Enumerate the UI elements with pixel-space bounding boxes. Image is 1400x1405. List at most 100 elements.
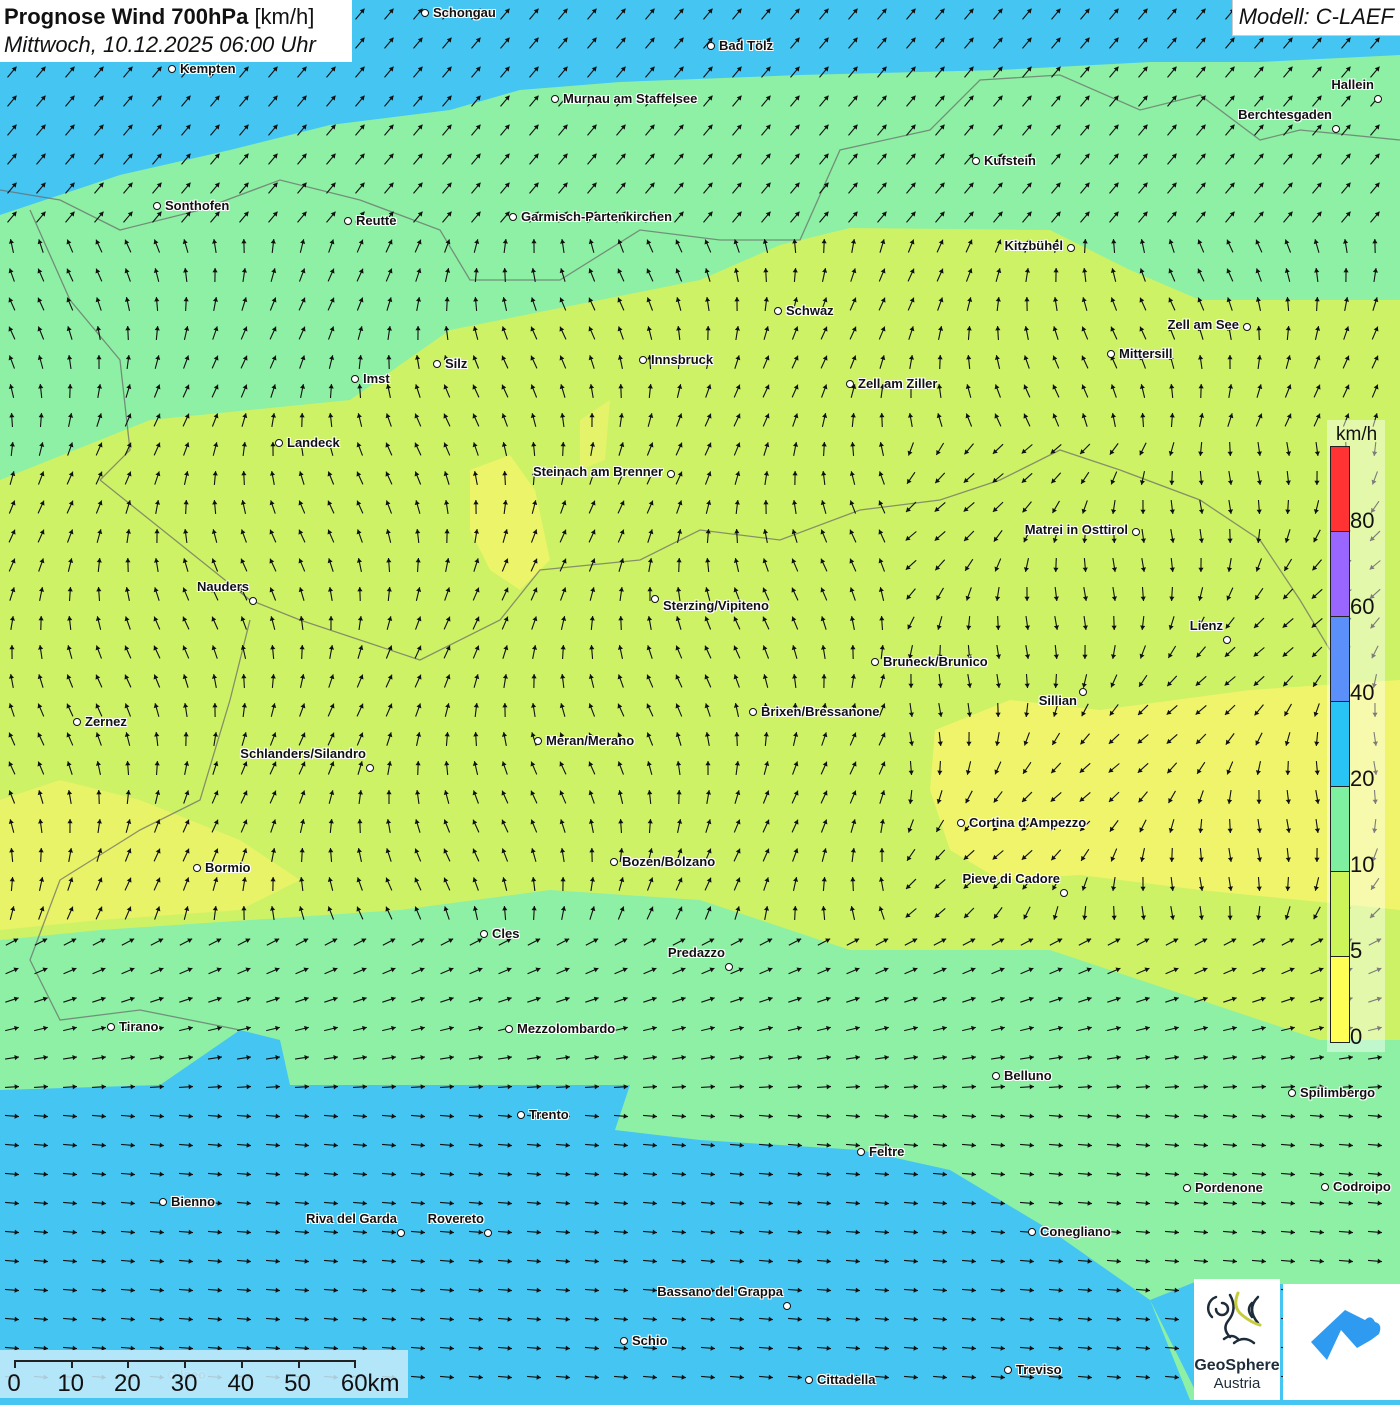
- scale-tick: [71, 1360, 73, 1368]
- city-dot-icon: [433, 360, 441, 368]
- city-label: Steinach am Brenner: [533, 464, 663, 479]
- scale-tick: [298, 1360, 300, 1368]
- city-dot-icon: [480, 930, 488, 938]
- scale-tick-label: 50: [284, 1370, 311, 1398]
- city-label: Bormio: [205, 860, 251, 875]
- logo-text-geosphere: GeoSphere: [1194, 1357, 1280, 1375]
- city-dot-icon: [1243, 323, 1251, 331]
- city-dot-icon: [1067, 244, 1075, 252]
- city-dot-icon: [857, 1148, 865, 1156]
- scale-tick: [127, 1360, 129, 1368]
- city-dot-icon: [667, 470, 675, 478]
- legend-unit: km/h: [1336, 424, 1377, 446]
- city-label: Pordenone: [1195, 1180, 1263, 1195]
- legend-color-bar: [1330, 446, 1350, 1043]
- city-dot-icon: [639, 356, 647, 364]
- city-label: Kempten: [180, 61, 236, 76]
- city-label: Kitzbühel: [1005, 238, 1064, 253]
- city-dot-icon: [551, 95, 559, 103]
- city-dot-icon: [168, 65, 176, 73]
- city-dot-icon: [992, 1072, 1000, 1080]
- city-dot-icon: [1223, 636, 1231, 644]
- city-label: Meran/Merano: [546, 733, 634, 748]
- city-label: Cortina d'Ampezzo: [969, 815, 1086, 830]
- city-dot-icon: [620, 1337, 628, 1345]
- city-label: Conegliano: [1040, 1224, 1111, 1239]
- city-label: Cles: [492, 926, 519, 941]
- city-dot-icon: [509, 213, 517, 221]
- city-label: Rovereto: [428, 1211, 484, 1226]
- city-label: Innsbruck: [651, 352, 713, 367]
- city-label: Pieve di Cadore: [962, 871, 1060, 886]
- city-label: Mittersill: [1119, 346, 1172, 361]
- city-dot-icon: [783, 1302, 791, 1310]
- city-dot-icon: [153, 202, 161, 210]
- city-dot-icon: [249, 597, 257, 605]
- mountain-cloud-icon: [1283, 1284, 1400, 1400]
- city-label: Treviso: [1016, 1362, 1062, 1377]
- city-dot-icon: [344, 217, 352, 225]
- city-label: Bruneck/Brunico: [883, 654, 988, 669]
- scale-tick-label: 60km: [341, 1370, 400, 1398]
- legend-swatch: [1331, 702, 1349, 787]
- city-label: Bienno: [171, 1194, 215, 1209]
- city-dot-icon: [957, 819, 965, 827]
- city-dot-icon: [421, 9, 429, 17]
- city-dot-icon: [1288, 1089, 1296, 1097]
- model-label: Modell: C-LAEF: [1232, 0, 1400, 36]
- city-label: Murnau am Staffelsee: [563, 91, 697, 106]
- title-unit: [km/h]: [254, 4, 314, 29]
- city-label: Spilimbergo: [1300, 1085, 1375, 1100]
- city-label: Reutte: [356, 213, 396, 228]
- city-label: Bozen/Bolzano: [622, 854, 715, 869]
- city-dot-icon: [517, 1111, 525, 1119]
- city-dot-icon: [774, 307, 782, 315]
- city-label: Codroipo: [1333, 1179, 1391, 1194]
- city-label: Silz: [445, 356, 467, 371]
- city-dot-icon: [1028, 1228, 1036, 1236]
- city-label: Sillian: [1039, 693, 1077, 708]
- scale-tick: [184, 1360, 186, 1368]
- city-label: Sterzing/Vipiteno: [663, 598, 769, 613]
- city-dot-icon: [505, 1025, 513, 1033]
- forecast-datetime: Mittwoch, 10.12.2025 06:00 Uhr: [4, 31, 352, 59]
- scale-tick: [241, 1360, 243, 1368]
- city-dot-icon: [366, 764, 374, 772]
- geosphere-emblem-icon: [1194, 1279, 1280, 1357]
- city-label: Belluno: [1004, 1068, 1052, 1083]
- city-label: Schwaz: [786, 303, 834, 318]
- city-dot-icon: [397, 1229, 405, 1237]
- city-dot-icon: [610, 858, 618, 866]
- city-dot-icon: [275, 439, 283, 447]
- city-label: Matrei in Osttirol: [1025, 522, 1128, 537]
- city-dot-icon: [351, 375, 359, 383]
- weather-app-logo[interactable]: [1283, 1284, 1400, 1400]
- city-dot-icon: [1321, 1183, 1329, 1191]
- legend-tick-label: 0: [1350, 1024, 1362, 1050]
- legend-swatch: [1331, 447, 1349, 532]
- city-label: Kufstein: [984, 153, 1036, 168]
- city-label: Schongau: [433, 5, 496, 20]
- city-dot-icon: [159, 1198, 167, 1206]
- city-dot-icon: [1060, 889, 1068, 897]
- city-dot-icon: [484, 1229, 492, 1237]
- scale-tick: [354, 1360, 356, 1368]
- geosphere-austria-logo[interactable]: GeoSphere Austria: [1194, 1279, 1280, 1400]
- legend-swatch: [1331, 872, 1349, 957]
- city-dot-icon: [707, 42, 715, 50]
- city-dot-icon: [1079, 688, 1087, 696]
- city-dot-icon: [1183, 1184, 1191, 1192]
- city-label: Feltre: [869, 1144, 904, 1159]
- city-label: Predazzo: [668, 945, 725, 960]
- city-label: Mezzolombardo: [517, 1021, 615, 1036]
- city-label: Bad Tölz: [719, 38, 773, 53]
- city-label: Sonthofen: [165, 198, 229, 213]
- city-label: Hallein: [1331, 77, 1374, 92]
- city-dot-icon: [651, 595, 659, 603]
- city-label: Zell am See: [1167, 317, 1239, 332]
- scale-tick: [14, 1360, 16, 1368]
- city-label: Bassano del Grappa: [657, 1284, 783, 1299]
- scale-tick-label: 10: [57, 1370, 84, 1398]
- city-label: Landeck: [287, 435, 340, 450]
- legend-tick-label: 10: [1350, 852, 1374, 878]
